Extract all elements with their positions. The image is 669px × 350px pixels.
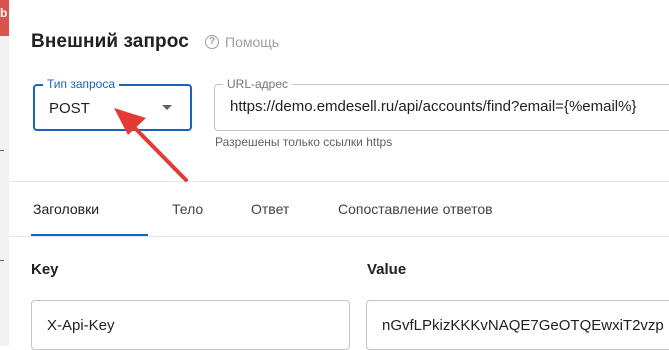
caret-down-icon[interactable] <box>162 105 172 110</box>
url-helper-text: Разрешены только ссылки https <box>215 135 393 149</box>
background-badge: b <box>0 0 9 36</box>
external-request-dialog: Внешний запрос ? Помощь Тип запроса POST… <box>9 0 669 350</box>
background-badge-text: b <box>0 6 8 20</box>
tab-headers[interactable]: Заголовки <box>33 182 99 236</box>
help-link[interactable]: ? Помощь <box>205 34 279 50</box>
header-key-value: X-Api-Key <box>47 317 115 334</box>
background-panel-strip: b <box>0 0 9 346</box>
url-value[interactable]: https://demo.emdesell.ru/api/accounts/fi… <box>230 98 636 115</box>
request-type-label: Тип запроса <box>43 77 120 91</box>
url-label: URL-адрес <box>223 77 293 91</box>
key-column-label: Key <box>31 261 59 278</box>
value-column-label: Value <box>367 261 407 278</box>
request-type-value: POST <box>49 100 90 117</box>
background-mark <box>0 150 4 151</box>
tab-body[interactable]: Тело <box>172 182 203 236</box>
tab-response-mapping[interactable]: Сопоставление ответов <box>338 182 493 236</box>
header-value-input[interactable]: nGvfLPkizKKKvNAQE7GeOTQEwxiT2vzp <box>366 300 669 350</box>
request-type-select[interactable]: Тип запроса POST <box>33 77 192 131</box>
url-input[interactable]: URL-адрес https://demo.emdesell.ru/api/a… <box>214 77 669 131</box>
header-key-input[interactable]: X-Api-Key <box>31 300 350 350</box>
tabs-divider <box>9 236 669 237</box>
tab-response[interactable]: Ответ <box>251 182 289 236</box>
header-value-value: nGvfLPkizKKKvNAQE7GeOTQEwxiT2vzp <box>382 317 664 334</box>
page-title: Внешний запрос <box>31 31 189 52</box>
question-circle-icon: ? <box>205 35 219 49</box>
help-label: Помощь <box>225 34 280 50</box>
background-mark <box>0 260 4 261</box>
